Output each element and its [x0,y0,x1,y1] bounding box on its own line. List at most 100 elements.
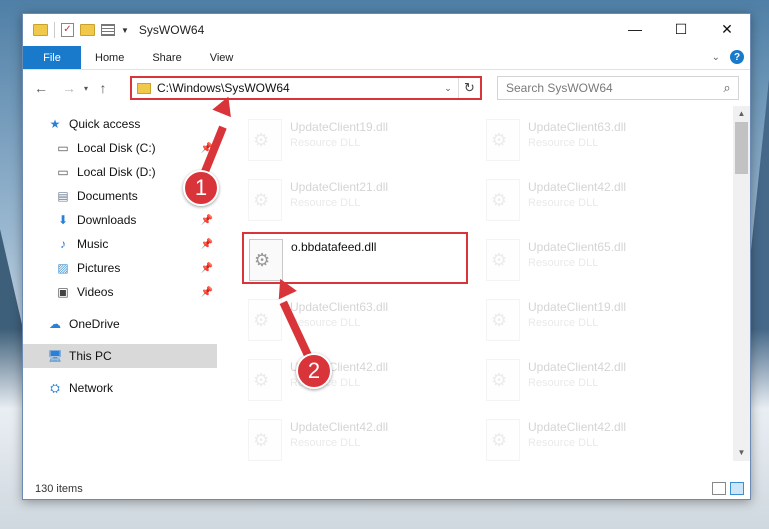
dll-file-icon [486,419,520,461]
status-bar: 130 items [23,479,750,499]
address-bar[interactable]: C:\Windows\SysWOW64 ⌄ ↻ [130,76,482,100]
step-2-badge: 2 [296,353,332,389]
documents-icon: ▤ [57,189,69,203]
navigation-bar: ← → ▾ ↑ C:\Windows\SysWOW64 ⌄ ↻ Search S… [23,70,750,106]
search-box[interactable]: Search SysWOW64 ⌕ [497,76,739,100]
address-path[interactable]: C:\Windows\SysWOW64 [157,81,438,95]
list-item[interactable]: UpdateClient42.dllResource DLL [481,174,707,226]
sidebar-item-quick-access[interactable]: ★ Quick access [23,112,217,136]
maximize-button[interactable]: ☐ [658,14,704,44]
star-icon: ★ [49,117,61,131]
sidebar-item-onedrive[interactable]: ☁ OneDrive [23,312,217,336]
item-count: 130 items [35,483,83,495]
list-item[interactable]: UpdateClient42.dllResource DLL [481,354,707,406]
large-icons-view-icon[interactable] [730,482,744,495]
computer-icon: 🖥 [47,349,63,363]
list-item[interactable]: UpdateClient21.dll Resource DLL [243,174,469,226]
list-item-selected-dll[interactable]: o.bbdatafeed.dll [242,232,468,284]
forward-button[interactable]: → [59,78,79,98]
quick-access-toolbar: ✓ ▼ [23,22,129,38]
sidebar-item-music[interactable]: ♪ Music 📌 [23,232,217,256]
tab-file[interactable]: File [23,46,81,69]
dll-file-icon [248,419,282,461]
pin-icon[interactable]: 📌 [201,215,213,226]
list-item[interactable]: UpdateClient19.dll Resource DLL [481,294,707,346]
drive-icon: ▭ [57,141,69,155]
folder-icon [137,82,151,94]
explorer-window: ✓ ▼ SysWOW64 — ☐ ✕ File Home Share View … [22,13,751,500]
scroll-thumb[interactable] [735,122,748,174]
list-item[interactable]: UpdateClient42.dllResource DLL [481,414,707,466]
dll-file-icon [486,359,520,401]
dll-file-icon [248,179,282,221]
sidebar-item-local-disk-c[interactable]: ▭ Local Disk (C:) 📌 [23,136,217,160]
list-item[interactable]: UpdateClient19.dll Resource DLL [243,114,469,166]
sidebar-item-label: Documents [77,189,138,203]
file-name: UpdateClient42.dll [528,360,627,374]
sidebar-item-label: Music [77,237,109,251]
file-type: Resource DLL [528,137,599,149]
music-icon: ♪ [60,237,66,251]
file-type: Resource DLL [290,137,361,149]
customize-toolbar-icon[interactable]: ▼ [121,26,129,35]
pin-icon[interactable]: 📌 [201,287,213,298]
sidebar-item-label: Pictures [77,261,121,275]
scroll-up-icon[interactable]: ▲ [733,106,750,122]
sidebar-item-network[interactable]: ⛭ Network [23,376,217,400]
pin-icon[interactable]: 📌 [201,239,213,250]
toolbar-divider [54,22,55,38]
cloud-icon: ☁ [49,317,61,331]
expand-ribbon-icon[interactable]: ⌄ [712,52,720,63]
properties-icon[interactable]: ✓ [61,23,74,37]
search-input[interactable]: Search SysWOW64 [498,81,716,95]
minimize-button[interactable]: — [612,14,658,44]
chevron-down-icon[interactable]: ⌄ [438,83,458,94]
scroll-down-icon[interactable]: ▼ [733,445,750,461]
sidebar-item-this-pc[interactable]: 🖥 This PC [23,344,217,368]
file-type: Resource DLL [290,317,361,329]
dll-file-icon [248,299,282,341]
sidebar-item-label: Videos [77,285,114,299]
file-name: UpdateClient42.dll [290,420,389,434]
new-folder-icon[interactable] [80,24,95,36]
list-item[interactable]: UpdateClient42.dllResource DLL [243,354,469,406]
sidebar-item-pictures[interactable]: ▨ Pictures 📌 [23,256,217,280]
dll-file-icon [248,119,282,161]
tab-view[interactable]: View [196,46,248,69]
window-controls: — ☐ ✕ [612,14,750,44]
details-view-icon[interactable] [712,482,726,495]
list-item[interactable]: UpdateClient63.dll Resource DLL [481,114,707,166]
tab-home[interactable]: Home [81,46,138,69]
pin-icon[interactable]: 📌 [201,263,213,274]
help-icon[interactable]: ? [730,50,744,64]
title-bar: ✓ ▼ SysWOW64 — ☐ ✕ [23,14,750,46]
refresh-icon[interactable]: ↻ [458,78,480,98]
dll-file-icon [486,299,520,341]
close-button[interactable]: ✕ [704,14,750,44]
sidebar-item-label: Network [69,381,114,395]
dll-file-icon [486,179,520,221]
up-button[interactable]: ↑ [93,78,113,98]
sidebar-item-label: Downloads [77,213,137,227]
dll-file-icon [486,119,520,161]
sidebar-item-downloads[interactable]: ⬇ Downloads 📌 [23,208,217,232]
vertical-scrollbar[interactable]: ▲ ▼ [733,106,750,461]
tab-share[interactable]: Share [138,46,195,69]
navigation-pane: ★ Quick access ▭ Local Disk (C:) 📌 ▭ Loc… [23,106,217,481]
download-icon: ⬇ [57,213,69,227]
views-icon[interactable] [101,24,115,36]
window-title: SysWOW64 [138,23,205,37]
recent-locations-button[interactable]: ▾ [79,78,93,98]
sidebar-item-videos[interactable]: ▣ Videos 📌 [23,280,217,304]
step-1-badge: 1 [183,170,219,206]
list-item[interactable]: UpdateClient42.dllResource DLL [243,414,469,466]
list-item[interactable]: UpdateClient65.dll Resource DLL [481,234,707,286]
search-icon[interactable]: ⌕ [716,80,738,96]
list-item[interactable]: UpdateClient63.dll Resource DLL [243,294,469,346]
file-type: Resource DLL [290,197,361,209]
back-button[interactable]: ← [31,78,51,98]
folder-icon [33,24,48,36]
pictures-icon: ▨ [57,261,69,275]
sidebar-item-label: Local Disk (C:) [77,141,156,155]
file-name: UpdateClient63.dll [528,120,627,134]
